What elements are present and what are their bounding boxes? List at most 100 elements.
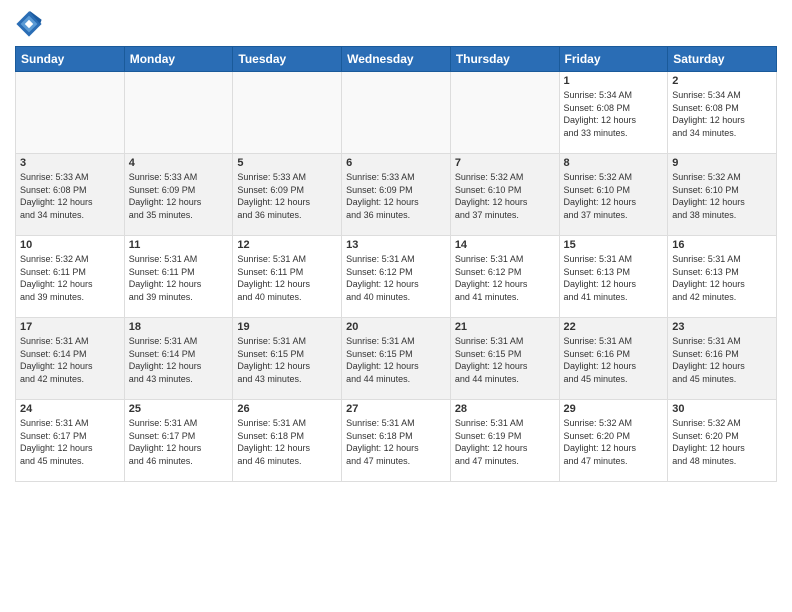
calendar-cell: 5 Sunrise: 5:33 AM Sunset: 6:09 PM Daylig… [233,154,342,236]
calendar-cell: 15Sunrise: 5:31 AM Sunset: 6:13 PM Dayli… [559,236,668,318]
calendar-cell: 23 Sunrise: 5:31 AM Sunset: 6:16 PM Dayli… [668,318,777,400]
day-number: 11 [129,239,229,251]
page-container: SundayMondayTuesdayWednesdayThursdayFrid… [0,0,792,490]
day-info: Sunrise: 5:31 AM Sunset: 6:14 PM Dayligh… [20,335,120,385]
calendar-cell: 7 Sunrise: 5:32 AM Sunset: 6:10 PM Daylig… [450,154,559,236]
day-info: Sunrise: 5:31 AM Sunset: 6:13 PM Dayligh… [672,253,772,303]
calendar-cell [450,72,559,154]
day-number: 20 [346,321,446,333]
calendar-week-row: 3 Sunrise: 5:33 AM Sunset: 6:08 PM Daylig… [16,154,777,236]
day-number: 6 [346,157,446,169]
calendar-cell: 20 Sunrise: 5:31 AM Sunset: 6:15 PM Dayli… [342,318,451,400]
calendar-cell: 9Sunrise: 5:32 AM Sunset: 6:10 PM Daylig… [668,154,777,236]
day-info: Sunrise: 5:33 AM Sunset: 6:09 PM Dayligh… [129,171,229,221]
day-info: Sunrise: 5:32 AM Sunset: 6:20 PM Dayligh… [564,417,664,467]
calendar-body: 1 Sunrise: 5:34 AM Sunset: 6:08 PM Daylig… [16,72,777,482]
calendar-cell: 30 Sunrise: 5:32 AM Sunset: 6:20 PM Dayli… [668,400,777,482]
calendar-cell: 3 Sunrise: 5:33 AM Sunset: 6:08 PM Daylig… [16,154,125,236]
day-info: Sunrise: 5:32 AM Sunset: 6:10 PM Dayligh… [672,171,772,221]
calendar-cell: 28 Sunrise: 5:31 AM Sunset: 6:19 PM Dayli… [450,400,559,482]
calendar-cell: 12 Sunrise: 5:31 AM Sunset: 6:11 PM Dayli… [233,236,342,318]
day-number: 15 [564,239,664,251]
calendar-cell [342,72,451,154]
day-info: Sunrise: 5:32 AM Sunset: 6:20 PM Dayligh… [672,417,772,467]
calendar-header: SundayMondayTuesdayWednesdayThursdayFrid… [16,47,777,72]
day-info: Sunrise: 5:33 AM Sunset: 6:08 PM Dayligh… [20,171,120,221]
calendar-cell: 27Sunrise: 5:31 AM Sunset: 6:18 PM Dayli… [342,400,451,482]
weekday-header-thursday: Thursday [450,47,559,72]
day-number: 30 [672,403,772,415]
day-info: Sunrise: 5:31 AM Sunset: 6:17 PM Dayligh… [20,417,120,467]
day-info: Sunrise: 5:34 AM Sunset: 6:08 PM Dayligh… [564,89,664,139]
day-number: 13 [346,239,446,251]
day-info: Sunrise: 5:31 AM Sunset: 6:14 PM Dayligh… [129,335,229,385]
calendar-cell: 16 Sunrise: 5:31 AM Sunset: 6:13 PM Dayli… [668,236,777,318]
weekday-header-wednesday: Wednesday [342,47,451,72]
day-info: Sunrise: 5:31 AM Sunset: 6:11 PM Dayligh… [237,253,337,303]
calendar-table: SundayMondayTuesdayWednesdayThursdayFrid… [15,46,777,482]
day-info: Sunrise: 5:31 AM Sunset: 6:15 PM Dayligh… [237,335,337,385]
calendar-cell: 17 Sunrise: 5:31 AM Sunset: 6:14 PM Dayli… [16,318,125,400]
day-number: 7 [455,157,555,169]
calendar-cell: 6 Sunrise: 5:33 AM Sunset: 6:09 PM Daylig… [342,154,451,236]
day-info: Sunrise: 5:32 AM Sunset: 6:11 PM Dayligh… [20,253,120,303]
calendar-cell [16,72,125,154]
day-number: 19 [237,321,337,333]
weekday-header-sunday: Sunday [16,47,125,72]
day-number: 16 [672,239,772,251]
day-info: Sunrise: 5:31 AM Sunset: 6:12 PM Dayligh… [455,253,555,303]
day-number: 14 [455,239,555,251]
calendar-cell: 11 Sunrise: 5:31 AM Sunset: 6:11 PM Dayli… [124,236,233,318]
calendar-cell: 24 Sunrise: 5:31 AM Sunset: 6:17 PM Dayli… [16,400,125,482]
day-info: Sunrise: 5:34 AM Sunset: 6:08 PM Dayligh… [672,89,772,139]
day-number: 22 [564,321,664,333]
day-info: Sunrise: 5:31 AM Sunset: 6:16 PM Dayligh… [672,335,772,385]
day-info: Sunrise: 5:31 AM Sunset: 6:16 PM Dayligh… [564,335,664,385]
day-info: Sunrise: 5:31 AM Sunset: 6:15 PM Dayligh… [455,335,555,385]
weekday-header-monday: Monday [124,47,233,72]
day-info: Sunrise: 5:32 AM Sunset: 6:10 PM Dayligh… [564,171,664,221]
calendar-cell: 29Sunrise: 5:32 AM Sunset: 6:20 PM Dayli… [559,400,668,482]
calendar-week-row: 24 Sunrise: 5:31 AM Sunset: 6:17 PM Dayli… [16,400,777,482]
calendar-cell: 4 Sunrise: 5:33 AM Sunset: 6:09 PM Daylig… [124,154,233,236]
day-number: 2 [672,75,772,87]
day-number: 23 [672,321,772,333]
weekday-header-row: SundayMondayTuesdayWednesdayThursdayFrid… [16,47,777,72]
day-number: 8 [564,157,664,169]
day-number: 3 [20,157,120,169]
day-number: 18 [129,321,229,333]
day-info: Sunrise: 5:31 AM Sunset: 6:12 PM Dayligh… [346,253,446,303]
day-number: 1 [564,75,664,87]
day-number: 12 [237,239,337,251]
day-number: 24 [20,403,120,415]
calendar-cell [233,72,342,154]
day-number: 10 [20,239,120,251]
day-number: 17 [20,321,120,333]
day-info: Sunrise: 5:33 AM Sunset: 6:09 PM Dayligh… [346,171,446,221]
day-number: 25 [129,403,229,415]
day-info: Sunrise: 5:33 AM Sunset: 6:09 PM Dayligh… [237,171,337,221]
weekday-header-saturday: Saturday [668,47,777,72]
weekday-header-friday: Friday [559,47,668,72]
day-number: 28 [455,403,555,415]
day-info: Sunrise: 5:31 AM Sunset: 6:15 PM Dayligh… [346,335,446,385]
calendar-cell: 14 Sunrise: 5:31 AM Sunset: 6:12 PM Dayli… [450,236,559,318]
logo [15,10,45,38]
day-info: Sunrise: 5:32 AM Sunset: 6:10 PM Dayligh… [455,171,555,221]
calendar-week-row: 1 Sunrise: 5:34 AM Sunset: 6:08 PM Daylig… [16,72,777,154]
day-number: 26 [237,403,337,415]
day-number: 4 [129,157,229,169]
day-info: Sunrise: 5:31 AM Sunset: 6:11 PM Dayligh… [129,253,229,303]
weekday-header-tuesday: Tuesday [233,47,342,72]
page-header [15,10,777,38]
day-number: 21 [455,321,555,333]
calendar-week-row: 10 Sunrise: 5:32 AM Sunset: 6:11 PM Dayli… [16,236,777,318]
day-info: Sunrise: 5:31 AM Sunset: 6:19 PM Dayligh… [455,417,555,467]
calendar-cell [124,72,233,154]
day-info: Sunrise: 5:31 AM Sunset: 6:18 PM Dayligh… [346,417,446,467]
calendar-cell: 19 Sunrise: 5:31 AM Sunset: 6:15 PM Dayli… [233,318,342,400]
calendar-cell: 21 Sunrise: 5:31 AM Sunset: 6:15 PM Dayli… [450,318,559,400]
calendar-cell: 26Sunrise: 5:31 AM Sunset: 6:18 PM Dayli… [233,400,342,482]
calendar-cell: 2 Sunrise: 5:34 AM Sunset: 6:08 PM Daylig… [668,72,777,154]
day-number: 5 [237,157,337,169]
